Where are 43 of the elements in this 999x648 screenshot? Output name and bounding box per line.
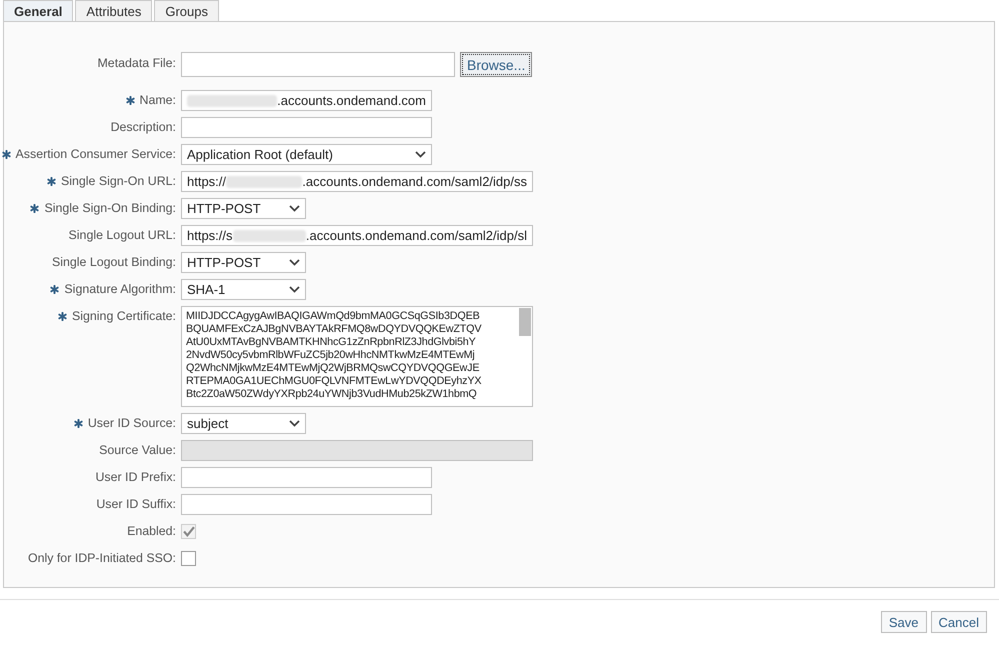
chevron-down-icon [289, 420, 300, 427]
dropdown[interactable]: HTTP-POST [181, 198, 306, 219]
field-label: Metadata File: [97, 56, 176, 70]
text-field[interactable] [181, 117, 432, 138]
footer-button[interactable]: Save [880, 611, 927, 633]
field-label: User ID Prefix: [95, 469, 176, 486]
field-label: Source Value: [99, 442, 176, 459]
url-field[interactable]: https://s .accounts.ondemand.com/saml2/idp/sl [181, 225, 533, 246]
field-label: User ID Suffix: [96, 496, 176, 513]
checkbox[interactable] [181, 551, 196, 566]
text-field[interactable]: .accounts.ondemand.com [181, 90, 432, 111]
field-label: Single Logout URL: [68, 227, 176, 244]
field-label: Description: [110, 119, 176, 136]
certificate-textarea[interactable] [181, 306, 533, 407]
scrollbar-thumb[interactable] [519, 308, 531, 336]
field-label: Assertion Consumer Service: [16, 146, 176, 163]
text-field[interactable] [181, 494, 432, 515]
field-label: Single Sign-On URL: [60, 173, 176, 190]
dropdown[interactable]: subject [181, 413, 306, 434]
field-label: Signature Algorithm: [64, 281, 176, 298]
chevron-down-icon [289, 259, 300, 266]
text-field[interactable] [181, 467, 432, 488]
browse-button[interactable]: Browse... [460, 52, 532, 77]
footer-button[interactable]: Cancel [930, 611, 987, 633]
tab[interactable]: Groups [154, 0, 219, 21]
field-label: Only for IDP-Initiated SSO: [28, 550, 176, 567]
file-path-field[interactable] [181, 52, 455, 77]
dropdown[interactable]: Application Root (default) [181, 144, 432, 165]
url-field[interactable]: https:// .accounts.ondemand.com/saml2/idp/ss [181, 171, 533, 192]
dropdown[interactable]: HTTP-POST [181, 252, 306, 273]
field-label: Single Sign-On Binding: [44, 200, 176, 217]
chevron-down-icon [289, 286, 300, 293]
chevron-down-icon [415, 151, 426, 158]
field-label: Enabled: [127, 523, 176, 540]
field-label: Signing Certificate: [72, 308, 176, 325]
field-label: Single Logout Binding: [52, 254, 176, 271]
dropdown[interactable]: SHA-1 [181, 279, 306, 300]
tab[interactable]: General [3, 0, 74, 21]
chevron-down-icon [289, 205, 300, 212]
certificate-text: MIIDJDCCAgygAwIBAQIGAWmQd9bmMA0GCSqGSIb3DQEB BQUAMFExCzAJBgNVBAYTAkRFMQ8wDQYDVQQKEwZTQV AtU0UxMTAvBgNVBAMTKHNhcG1zZnRpbnRlZ3JhdGlvbi5hY 2NvdW50cy5vbmRlbWFuZC5jb20wHhcNMTkwMzE4MTEwMj Q2WhcNMjkwMzE4MTEwMjQ2WjBRMQswCQYDVQQGEwJE RTEPMA0GA1UEChMGU0FQLVNFMTEwLwYDVQQDEyhzYX Btc2Z0aW50ZWdyYXRpb24uYWNjb3VudHMub25kZW1hbmQ [185, 309, 482, 402]
field-label: User ID Source: [88, 415, 176, 432]
tab[interactable]: Attributes [75, 0, 152, 21]
field-label: Name: [140, 92, 176, 109]
